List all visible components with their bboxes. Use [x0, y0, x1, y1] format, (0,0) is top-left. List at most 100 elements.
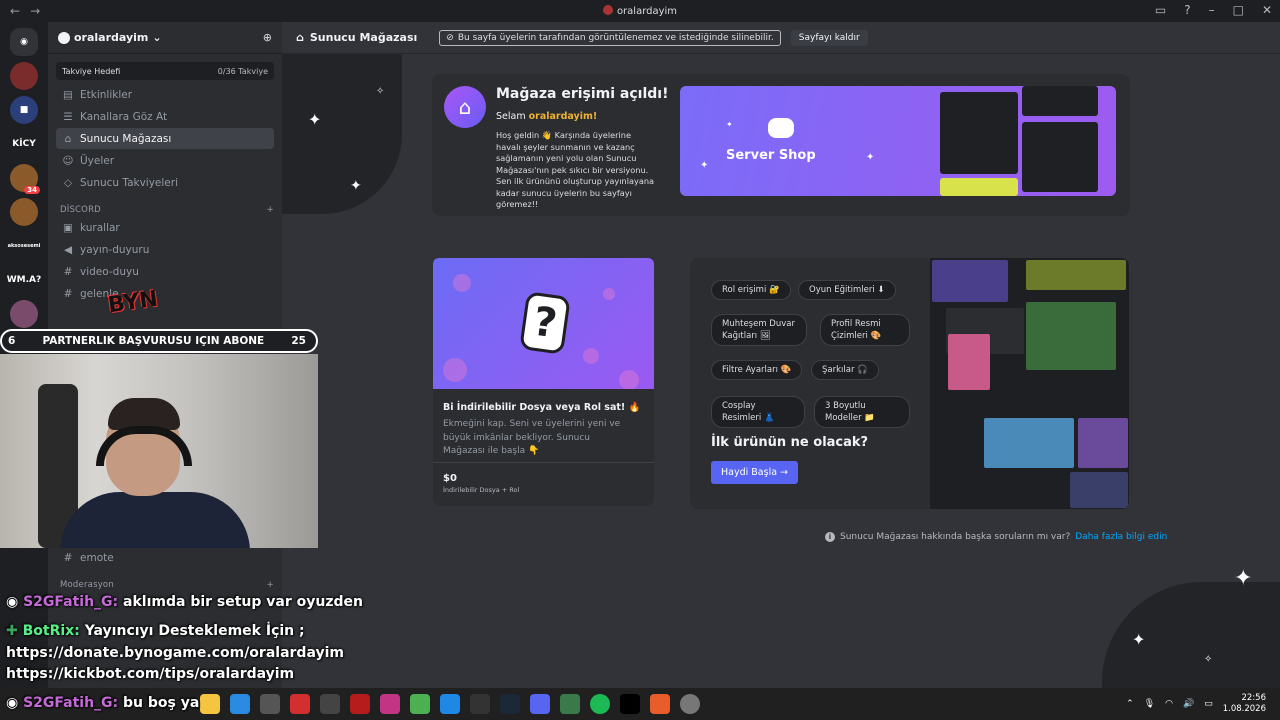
instagram-icon[interactable]	[380, 694, 400, 714]
x-icon[interactable]	[620, 694, 640, 714]
shop-icon: ⌂	[64, 132, 72, 145]
sidebar-item-label: Sunucu Takviyeleri	[80, 176, 179, 189]
inbox-icon[interactable]: ▭	[1155, 3, 1166, 17]
welcome-greeting: Selam oralardayim!	[496, 111, 597, 122]
ideas-question: İlk ürünün ne olacak?	[711, 435, 869, 450]
idea-chip-cosplay[interactable]: Cosplay Resimleri 👗	[711, 396, 805, 428]
sidebar-item-browse[interactable]: ☰ Kanallara Göz At	[56, 106, 274, 127]
sidebar-item-events[interactable]: ▤ Etkinlikler	[56, 84, 274, 105]
sidebar-item-boosts[interactable]: ◇ Sunucu Takviyeleri	[56, 172, 274, 193]
idea-chip-role-access[interactable]: Rol erişimi 🔐	[711, 280, 791, 300]
idea-chip-songs[interactable]: Şarkılar 🎧	[811, 360, 879, 380]
chrome-icon[interactable]	[410, 694, 430, 714]
bot-badge-icon: ✚	[6, 623, 18, 639]
sidebar-item-shop[interactable]: ⌂ Sunucu Mağazası	[56, 128, 274, 149]
category-moderasyon[interactable]: Moderasyon +	[60, 580, 274, 590]
preview-thumbnail	[1022, 122, 1098, 192]
sparkle-icon: ✦	[1234, 566, 1253, 591]
chat-message: https://kickbot.com/tips/oralardayim	[6, 666, 294, 682]
learn-more-link[interactable]: Daha fazla bilgi edin	[1075, 532, 1167, 542]
question-mark-icon: ?	[519, 291, 571, 355]
chat-message: ✚ BotRix: Yayıncıyı Desteklemek İçin ;	[6, 623, 305, 639]
server-icon-game[interactable]: 34	[10, 164, 40, 194]
server-icon-kicy[interactable]: KİCY	[10, 130, 38, 158]
plus-icon[interactable]: +	[267, 580, 274, 590]
product-card[interactable]: ? Bi İndirilebilir Dosya veya Rol sat! 🔥…	[433, 258, 654, 506]
sparkle-icon: ✦	[1132, 630, 1146, 649]
server-icon-wma[interactable]: WM.A?	[7, 266, 42, 294]
info-icon: i	[825, 532, 835, 542]
app-icon[interactable]	[680, 694, 700, 714]
server-icon-small[interactable]: aksosesemi	[8, 232, 41, 260]
members-icon: ☺	[62, 154, 74, 167]
clock[interactable]: 22:56 1.08.2026	[1223, 693, 1266, 715]
server-folder-icon[interactable]: ■	[10, 96, 38, 124]
chat-username: BotRix:	[22, 623, 80, 639]
boost-goal[interactable]: Takviye Hedefi 0/36 Takviye	[56, 62, 274, 80]
server-icon-oralardayim[interactable]	[10, 62, 38, 90]
main-content: ⌂ Sunucu Mağazası ⊘ Bu sayfa üyelerin tara…	[282, 22, 1280, 688]
channel-gelenler[interactable]: # gelenle	[56, 283, 274, 304]
chevron-up-icon[interactable]: ⌃	[1126, 699, 1134, 709]
greeting-prefix: Selam	[496, 111, 526, 122]
guild-header[interactable]: oralardayim ⌄ ⊕	[48, 22, 282, 54]
top-bar: ⌂ Sunucu Mağazası ⊘ Bu sayfa üyelerin tara…	[282, 22, 1280, 54]
channel-emote[interactable]: # emote	[56, 547, 274, 568]
chat-username: S2GFatih_G:	[23, 594, 119, 610]
discord-taskbar-icon[interactable]	[530, 694, 550, 714]
guild-name: oralardayim	[74, 31, 149, 44]
sidebar-item-label: Etkinlikler	[80, 88, 133, 101]
category-discord[interactable]: DİSCORD +	[60, 205, 274, 215]
battery-icon[interactable]: ▭	[1204, 699, 1213, 709]
rules-channel-icon: ▣	[63, 221, 73, 234]
get-started-button[interactable]: Haydi Başla →	[711, 461, 799, 484]
microphone-icon[interactable]: 🎙	[1144, 699, 1155, 709]
maximize-button[interactable]: □	[1233, 3, 1244, 17]
chat-text: https://donate.bynogame.com/oralardayim	[6, 645, 344, 661]
volume-icon[interactable]: 🔊	[1183, 699, 1194, 709]
plus-icon[interactable]: +	[267, 205, 274, 215]
product-description: Ekmeğini kap. Seni ve üyelerini yeni ve …	[443, 419, 621, 456]
help-text: Sunucu Mağazası hakkında başka soruların…	[840, 532, 1071, 542]
app-icon[interactable]	[470, 694, 490, 714]
welcome-body: Hoş geldin 👋 Karşında üyelerine havalı ş…	[496, 130, 655, 209]
windows-taskbar: ◉ S2GFatih_G: bu boş ya ⌃ 🎙 ◠ 🔊 ▭ 22:56 …	[0, 688, 1280, 720]
minimize-button[interactable]: –	[1209, 3, 1215, 17]
wifi-icon[interactable]: ◠	[1165, 699, 1173, 709]
chatgpt-icon[interactable]	[320, 694, 340, 714]
speedometer-icon[interactable]	[260, 694, 280, 714]
close-button[interactable]: ✕	[1262, 3, 1272, 17]
help-icon[interactable]: ?	[1184, 3, 1190, 17]
idea-chip-filter-presets[interactable]: Filtre Ayarları 🎨	[711, 360, 803, 380]
channel-yayin-duyuru[interactable]: ◀ yayın-duyuru	[56, 239, 274, 260]
welcome-card: ⌂ Mağaza erişimi açıldı! Selam oralarday…	[432, 74, 1130, 216]
idea-chip-game-tutorials[interactable]: Oyun Eğitimleri ⬇	[798, 280, 896, 300]
channel-video-duyuru[interactable]: # video-duyu	[56, 261, 274, 282]
file-explorer-icon[interactable]	[200, 694, 220, 714]
product-price: $0	[443, 473, 457, 484]
edge-icon[interactable]	[230, 694, 250, 714]
idea-chip-3d-models[interactable]: 3 Boyutlu Modeller 📁	[814, 396, 910, 428]
server-icon-3[interactable]	[10, 300, 38, 328]
discord-home-icon[interactable]: ◉	[10, 28, 38, 56]
app-icon[interactable]	[560, 694, 580, 714]
steam-icon[interactable]	[500, 694, 520, 714]
product-type: İndirilebilir Dosya + Rol	[443, 486, 520, 494]
channel-label: kurallar	[80, 221, 120, 234]
app-icon[interactable]	[650, 694, 670, 714]
app-icon[interactable]	[290, 694, 310, 714]
idea-chip-profile-art[interactable]: Profil Resmi Çizimleri 🎨	[820, 314, 910, 346]
idea-chip-wallpapers[interactable]: Muhteşem Duvar Kağıtları 🖼	[711, 314, 807, 346]
sidebar-item-members[interactable]: ☺ Üyeler	[56, 150, 274, 171]
spotify-icon[interactable]	[590, 694, 610, 714]
server-icon-2[interactable]	[10, 198, 38, 226]
chat-message: https://donate.bynogame.com/oralardayim	[6, 645, 344, 661]
help-footer: i Sunucu Mağazası hakkında başka sorular…	[825, 532, 1167, 542]
add-member-icon[interactable]: ⊕	[263, 31, 272, 44]
product-examples-collage	[930, 258, 1129, 509]
calculator-icon[interactable]	[440, 694, 460, 714]
preview-thumbnail	[1022, 86, 1098, 116]
channel-kurallar[interactable]: ▣ kurallar	[56, 217, 274, 238]
netflix-icon[interactable]	[350, 694, 370, 714]
remove-page-button[interactable]: Sayfayı kaldır	[790, 29, 868, 46]
